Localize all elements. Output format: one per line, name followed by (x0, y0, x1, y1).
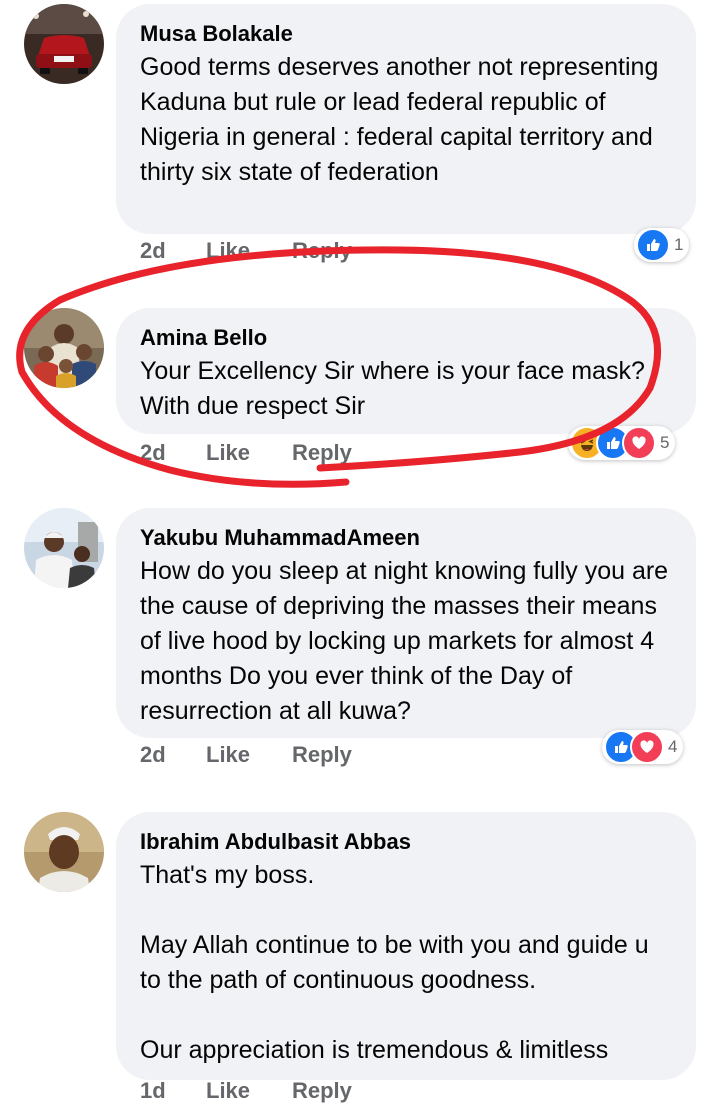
avatar[interactable] (24, 308, 104, 388)
reaction-count: 4 (668, 737, 678, 756)
comment-text: That's my boss. May Allah continue to be… (140, 861, 649, 1064)
comment-time[interactable]: 2d (140, 238, 166, 264)
comment-text: How do you sleep at night knowing fully … (140, 557, 669, 725)
comment-text: Good terms deserves another not represen… (140, 53, 659, 186)
reaction-count: 1 (674, 235, 684, 254)
like-button[interactable]: Like (206, 1078, 250, 1104)
avatar[interactable] (24, 508, 104, 588)
comment-text: Your Excellency Sir where is your face m… (140, 357, 645, 420)
comment-bubble: Ibrahim Abdulbasit Abbas That's my boss.… (116, 812, 696, 1080)
like-button[interactable]: Like (206, 440, 250, 466)
comment-author[interactable]: Amina Bello (140, 322, 672, 354)
like-icon (636, 228, 670, 262)
reply-button[interactable]: Reply (292, 742, 352, 768)
comment-author[interactable]: Ibrahim Abdulbasit Abbas (140, 826, 672, 858)
reaction-count: 5 (660, 433, 670, 452)
comment-bubble: Musa Bolakale Good terms deserves anothe… (116, 4, 696, 234)
comment-author[interactable]: Yakubu MuhammadAmeen (140, 522, 672, 554)
reaction-summary[interactable]: 1 (634, 228, 690, 262)
reply-button[interactable]: Reply (292, 1078, 352, 1104)
comment-time[interactable]: 2d (140, 742, 166, 768)
avatar-car-image (24, 4, 104, 84)
love-icon (630, 730, 664, 764)
like-button[interactable]: Like (206, 742, 250, 768)
comment-author[interactable]: Musa Bolakale (140, 18, 672, 50)
love-icon (622, 426, 656, 460)
comment-time[interactable]: 2d (140, 440, 166, 466)
avatar-men-image (24, 508, 104, 588)
comment-bubble: Yakubu MuhammadAmeen How do you sleep at… (116, 508, 696, 738)
reaction-summary[interactable]: 5 (568, 426, 676, 460)
avatar[interactable] (24, 4, 104, 84)
comment-bubble: Amina Bello Your Excellency Sir where is… (116, 308, 696, 434)
reply-button[interactable]: Reply (292, 440, 352, 466)
reply-button[interactable]: Reply (292, 238, 352, 264)
avatar-man-image (24, 812, 104, 892)
avatar[interactable] (24, 812, 104, 892)
like-button[interactable]: Like (206, 238, 250, 264)
reaction-summary[interactable]: 4 (602, 730, 684, 764)
comment-time[interactable]: 1d (140, 1078, 166, 1104)
avatar-family-image (24, 308, 104, 388)
